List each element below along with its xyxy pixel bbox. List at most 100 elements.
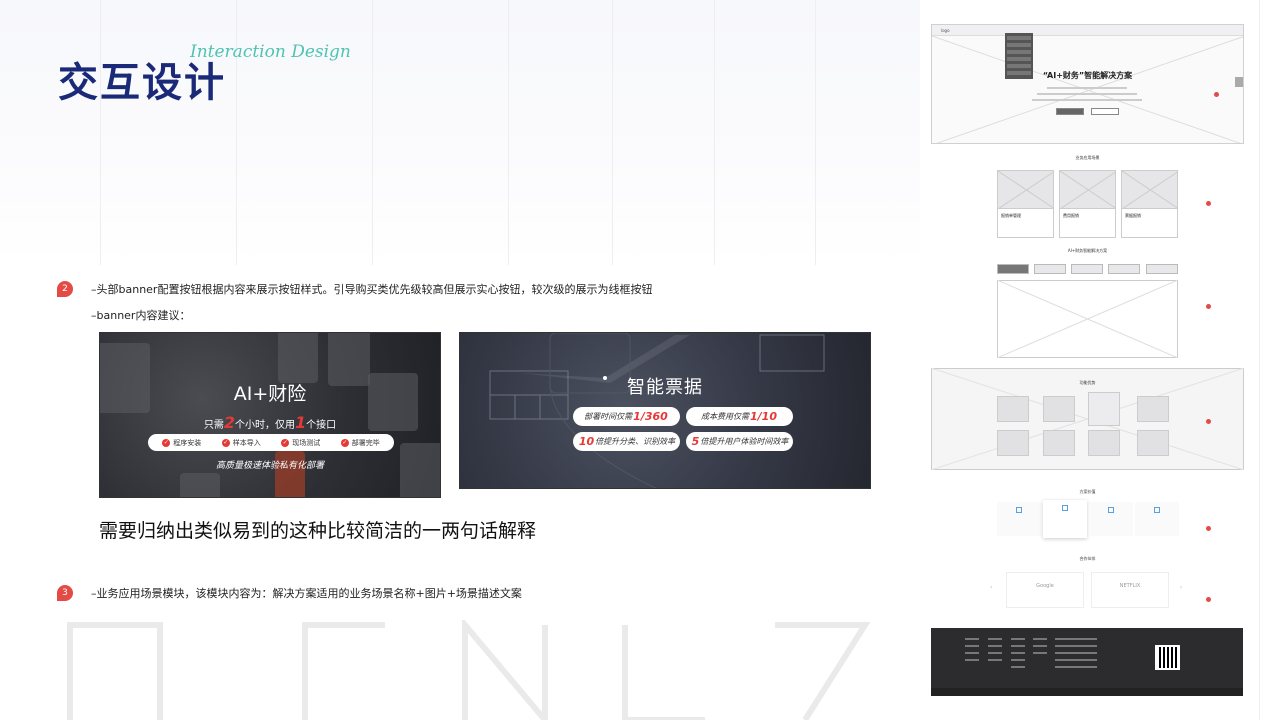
value-item-hover[interactable] [1043, 500, 1087, 538]
wireframe-logo: logo [941, 27, 950, 33]
step-item: ✓ 现场测试 [281, 438, 321, 447]
wireframe-scene-card[interactable]: 费用报销 [1059, 170, 1116, 238]
steps-pill: ✓ 程序安装 ✓ 样本导入 ✓ 现场测试 ✓ 部署完毕 [148, 434, 394, 451]
annotation-dot [1206, 526, 1211, 531]
value-icon [1154, 507, 1160, 513]
banner-footer-text: 高质量极速体验私有化部署 [215, 461, 324, 471]
annotation-dot [1206, 201, 1211, 206]
wireframe-section-title: 业务应用场景 [1075, 155, 1100, 160]
note-text: –banner内容建议： [91, 309, 191, 322]
metric-pill: 5 倍提升用户体验时间效率 [686, 432, 793, 451]
annotation-dot [1206, 597, 1211, 602]
annotation-dot [1206, 419, 1211, 424]
step-item: ✓ 样本导入 [221, 438, 261, 447]
carousel-next-icon[interactable]: › [1180, 584, 1182, 591]
feature-module[interactable] [997, 396, 1029, 422]
value-icon [1016, 507, 1022, 513]
annotation-dot [1206, 304, 1211, 309]
image-placeholder-icon [997, 280, 1178, 358]
check-icon: ✓ [340, 438, 349, 447]
wireframe-hero-title: “AI+财务”智能解决方案 [1042, 71, 1133, 80]
value-item [1089, 502, 1133, 536]
feature-module[interactable] [1043, 396, 1075, 422]
bg-stripe [236, 0, 237, 265]
wireframe-tab[interactable] [1071, 264, 1103, 274]
value-icon [1108, 507, 1114, 513]
feature-module-hover[interactable] [1088, 392, 1120, 426]
wireframe-tab[interactable] [1034, 264, 1066, 274]
image-placeholder-icon [998, 171, 1053, 209]
banner-smart-invoice: 智能票据 部署时间仅需 1/360 成本费用仅需 1/10 10 倍提升分类、识别效率… [459, 332, 871, 489]
placeholder-line [1037, 93, 1137, 95]
banner-subtitle: 只需2个小时，仅用1个接口 [203, 413, 337, 432]
scrollbar-thumb[interactable] [1235, 77, 1243, 87]
wireframe-section-title: AI+财务智能解决方案 [1067, 248, 1108, 253]
note-number-badge: 3 [57, 585, 73, 601]
header-background [0, 0, 920, 265]
check-icon: ✓ [281, 438, 290, 447]
carousel-prev-icon[interactable]: ‹ [990, 584, 992, 591]
annotation-dot [1214, 92, 1219, 97]
image-placeholder-icon [1122, 171, 1177, 209]
wireframe-section-title: 功能优势 [1079, 380, 1096, 385]
image-placeholder-icon [1060, 171, 1115, 209]
bg-block [328, 333, 370, 386]
feature-module[interactable] [1043, 430, 1075, 456]
footer-contact-column [1055, 638, 1097, 673]
step-item: ✓ 程序安装 [162, 438, 202, 447]
metric-pill: 10 倍提升分类、识别效率 [573, 432, 680, 451]
banner-title: AI+财险 [233, 383, 307, 405]
wireframe-nav: logo [932, 25, 1243, 36]
wireframe-hero: logo “AI+财务”智能解决方案 [931, 24, 1244, 144]
check-icon: ✓ [221, 438, 230, 447]
banner-title: 智能票据 [627, 377, 703, 398]
footer-link-column [988, 638, 1002, 666]
wireframe-footer [931, 628, 1243, 696]
placeholder-line [1047, 87, 1127, 89]
placeholder-line [1032, 99, 1142, 101]
wireframe-tab[interactable] [997, 264, 1029, 274]
value-item [1135, 502, 1179, 536]
step-item: ✓ 部署完毕 [340, 438, 380, 447]
caption-text: 需要归纳出类似易到的这种比较简洁的一两句话解释 [99, 520, 537, 542]
bg-block [278, 333, 318, 383]
feature-module[interactable] [1088, 430, 1120, 456]
qr-code-icon [1155, 645, 1180, 670]
bg-stripe [714, 0, 715, 265]
bg-stripe [508, 0, 509, 265]
bg-stripe [100, 0, 101, 265]
footer-link-column [965, 638, 979, 666]
wireframe-section-title: 方案价值 [1079, 489, 1096, 494]
note-number-badge: 2 [57, 281, 73, 297]
wireframe-primary-button[interactable] [1056, 108, 1084, 115]
bg-stripe [815, 0, 816, 265]
value-item [997, 502, 1041, 536]
placeholder-cross [932, 36, 1243, 143]
value-icon [1062, 505, 1068, 511]
bg-stripe [612, 0, 613, 265]
partner-logo: NETFLIX [1091, 572, 1169, 608]
wireframe-tab[interactable] [1146, 264, 1178, 274]
footer-link-column [1011, 638, 1025, 673]
feature-module[interactable] [1137, 430, 1169, 456]
partner-logo: Google [1006, 572, 1084, 608]
page-subtitle-en: Interaction Design [190, 42, 351, 62]
check-icon: ✓ [162, 438, 171, 447]
wireframe-scene-card[interactable]: 票据报销 [1121, 170, 1178, 238]
bg-stripe [372, 0, 373, 265]
note-text: –业务应用场景模块，该模块内容为：解决方案适用的业务场景名称+图片+场景描述文案 [91, 587, 522, 600]
wireframe-tab[interactable] [1108, 264, 1140, 274]
bg-stripe [1259, 0, 1260, 720]
wireframe-outline-button[interactable] [1091, 108, 1119, 115]
note-text: –头部banner配置按钮根据内容来展示按钮样式。引导购买类优先级较高但展示实心… [91, 283, 653, 296]
wireframe-section-title: 合作伙伴 [1079, 556, 1096, 561]
banner-ai-insurance: AI+财险 只需2个小时，仅用1个接口 ✓ 程序安装 ✓ 样本导入 ✓ 现场测试 ✓ 部… [99, 332, 441, 498]
feature-module[interactable] [1137, 396, 1169, 422]
footer-link-column [1033, 638, 1047, 659]
wireframe-scene-card[interactable]: 报销单管理 [997, 170, 1054, 238]
feature-module[interactable] [997, 430, 1029, 456]
bg-block [180, 473, 220, 497]
metric-pill: 成本费用仅需 1/10 [686, 407, 793, 426]
metric-pill: 部署时间仅需 1/360 [573, 407, 680, 426]
footer-copyright-bar [931, 688, 1243, 696]
